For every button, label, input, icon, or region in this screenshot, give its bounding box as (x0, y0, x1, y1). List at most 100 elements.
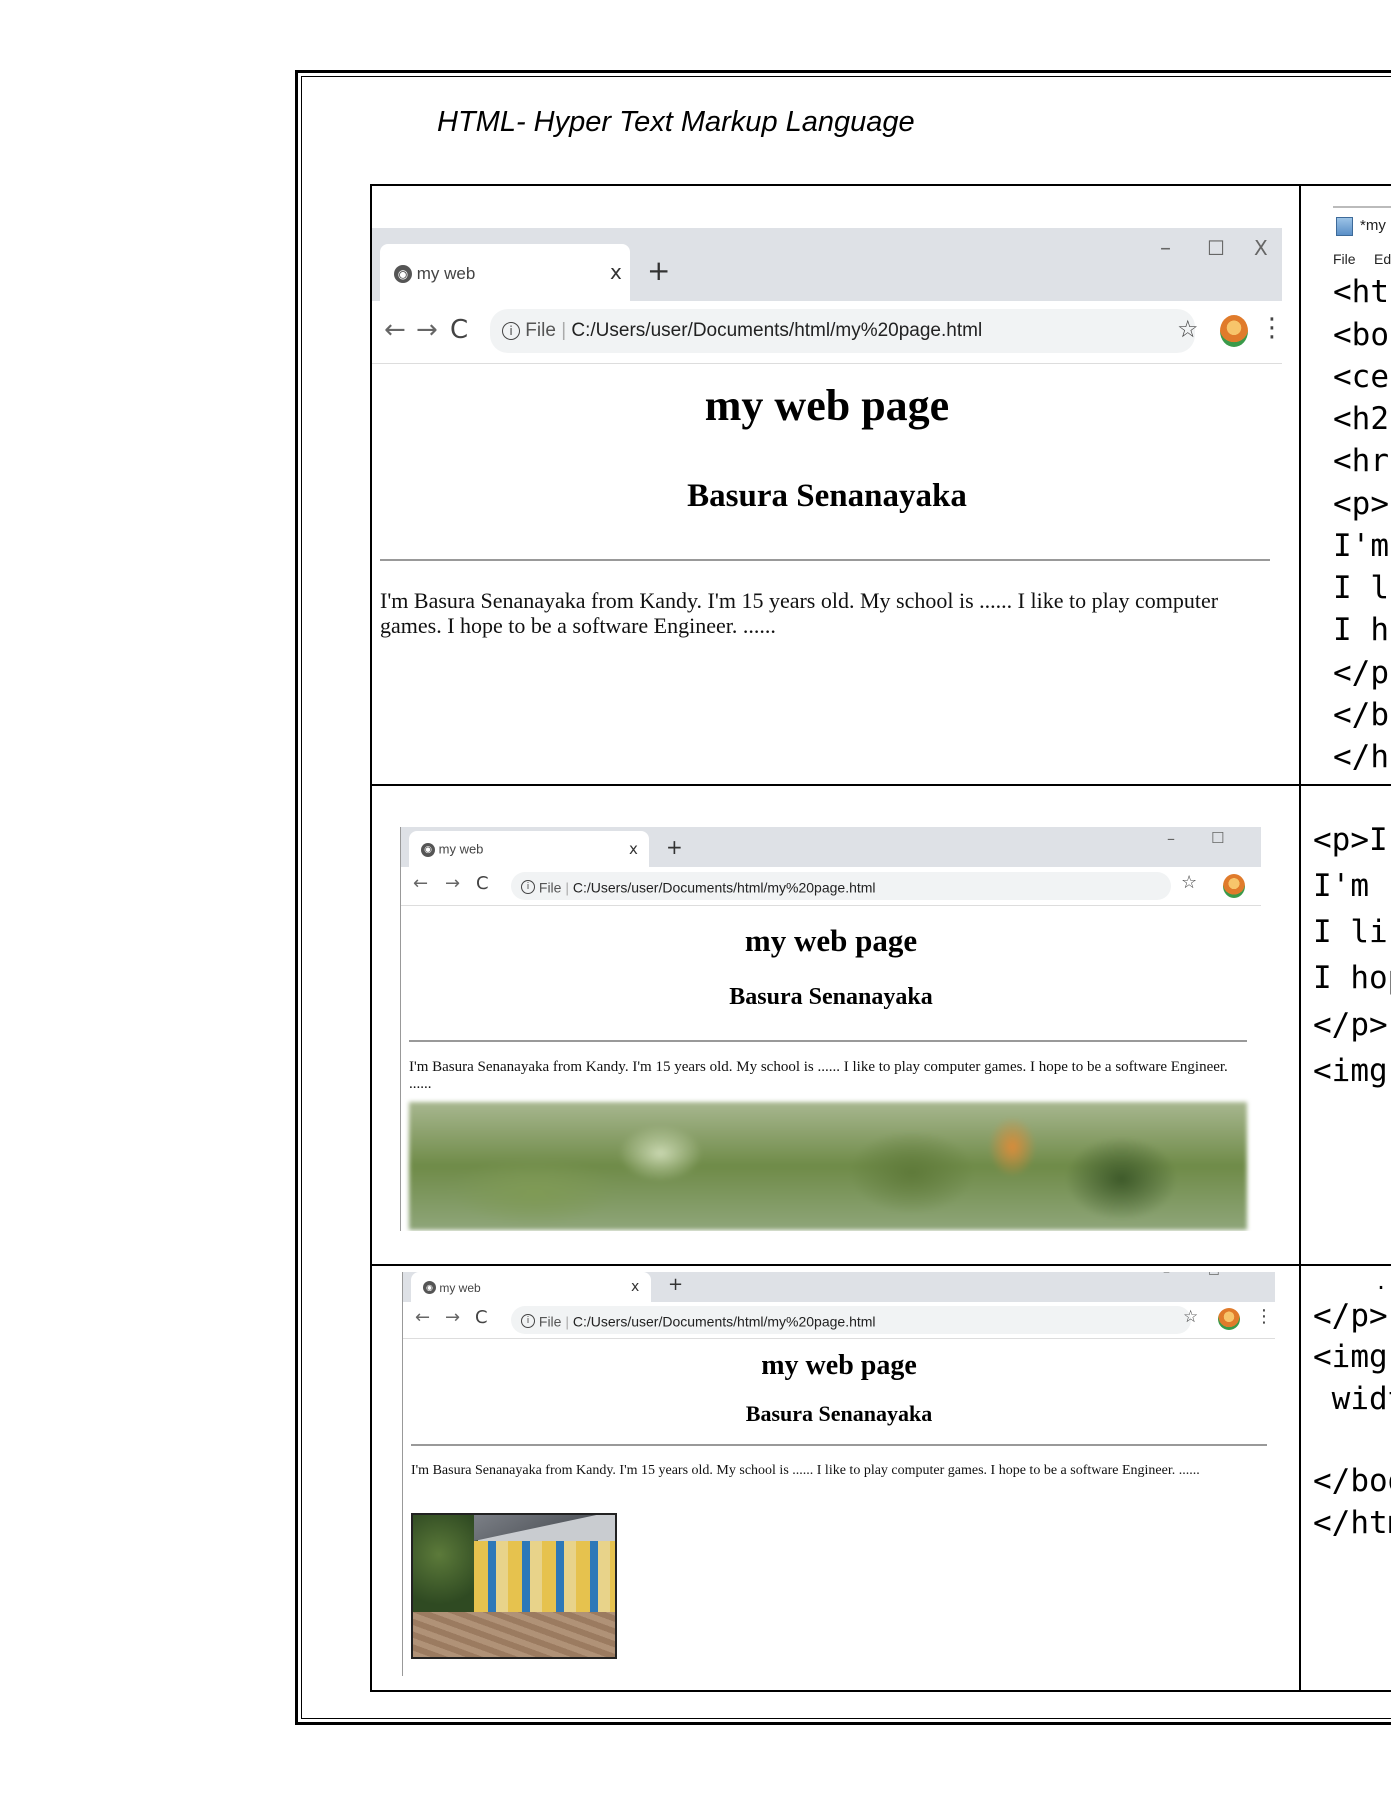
code-line: <p> (1333, 486, 1389, 522)
reload-icon[interactable]: C (476, 873, 489, 894)
tab-label: my web (416, 264, 476, 284)
tab-label: my web (438, 841, 484, 857)
close-icon[interactable]: x (631, 1272, 639, 1302)
code-line: I'm 1 (1313, 868, 1391, 904)
code-line: I h (1333, 612, 1389, 648)
plus-icon[interactable]: + (668, 1274, 683, 1295)
close-icon[interactable]: x (629, 831, 638, 867)
star-icon[interactable]: ☆ (1181, 872, 1197, 893)
reload-icon[interactable]: C (450, 315, 468, 345)
page-heading: my web page (761, 1350, 917, 1381)
browser-screenshot-1: ◉ my web x + – ☐ X ← → C i File | C:/Use… (372, 228, 1282, 666)
minimize-icon[interactable]: – (1160, 236, 1171, 261)
back-arrow-icon[interactable]: ← (384, 315, 406, 345)
forward-arrow-icon[interactable]: → (445, 873, 460, 894)
tab-strip: ◉ my web x + – ☐ X (372, 228, 1282, 301)
menu-edit[interactable]: Ed (1374, 251, 1391, 267)
scheme-label: File (538, 879, 562, 896)
horizontal-rule (409, 1040, 1247, 1042)
code-line: <ht (1333, 274, 1389, 310)
avatar[interactable] (1223, 874, 1245, 898)
code-line: <p>I' (1313, 822, 1391, 858)
scheme-label: File (525, 320, 556, 341)
address-separator: | (561, 320, 567, 341)
page-paragraph: I'm Basura Senanayaka from Kandy. I'm 15… (411, 1463, 1200, 1478)
table-row-divider-1 (370, 784, 1391, 786)
globe-icon: ◉ (394, 264, 412, 283)
address-separator: | (565, 1313, 569, 1330)
plus-icon[interactable]: + (647, 254, 670, 287)
scheme-label: File (538, 1313, 562, 1330)
address-bar[interactable]: i File | C:/Users/user/Documents/html/my… (490, 309, 1195, 353)
code-line: </bod (1313, 1463, 1391, 1499)
page-heading: my web page (744, 923, 918, 958)
forward-arrow-icon[interactable]: → (445, 1307, 460, 1328)
globe-icon: ◉ (421, 842, 435, 857)
address-separator: | (565, 879, 569, 896)
browser-tab[interactable]: ◉ my web x (411, 1272, 651, 1302)
url-text: C:/Users/user/Documents/html/my%20page.h… (571, 320, 983, 341)
info-icon[interactable]: i (521, 880, 535, 895)
page-paragraph: I'm Basura Senanayaka from Kandy. I'm 15… (409, 1059, 1228, 1093)
code-line: </h (1333, 739, 1389, 775)
browser-tab[interactable]: ◉ my web x (409, 831, 649, 867)
code-line: <ce (1333, 359, 1389, 395)
kebab-menu-icon[interactable]: ⋮ (1259, 313, 1282, 343)
address-bar[interactable]: i File | C:/Users/user/Documents/html/my… (511, 1306, 1191, 1334)
school-photo (411, 1513, 617, 1659)
code-line: <img (1313, 1339, 1388, 1375)
back-arrow-icon[interactable]: ← (413, 873, 428, 894)
code-line: <h2 (1333, 401, 1389, 437)
star-icon[interactable]: ☆ (1177, 315, 1199, 343)
back-arrow-icon[interactable]: ← (415, 1307, 430, 1328)
code-line: </htm (1313, 1505, 1391, 1541)
maximize-icon[interactable]: ☐ (1211, 829, 1224, 847)
code-line: . (1375, 1270, 1388, 1294)
browser-toolbar: ← → C i File | C:/Users/user/Documents/h… (401, 867, 1261, 906)
photo-roof (473, 1515, 615, 1541)
menu-file[interactable]: File (1333, 251, 1356, 267)
browser-toolbar: ← → C i File | C:/Users/user/Documents/h… (403, 1302, 1275, 1339)
minimize-icon[interactable]: – (1167, 829, 1175, 848)
tab-strip: ◉ my web x + – ☐ (401, 827, 1261, 867)
tab-label: my web (439, 1280, 481, 1295)
notepad-icon (1336, 217, 1353, 236)
browser-toolbar: ← → C i File | C:/Users/user/Documents/h… (372, 301, 1282, 364)
code-line: <hr (1333, 443, 1389, 479)
info-icon[interactable]: i (521, 1314, 535, 1329)
plus-icon[interactable]: + (666, 835, 683, 859)
code-line: I l (1333, 570, 1389, 606)
minimize-icon[interactable]: – (1163, 1272, 1170, 1280)
code-line: I'm (1333, 528, 1389, 564)
page-subheading: Basura Senanayaka (745, 1401, 933, 1426)
code-line: <bo (1333, 317, 1389, 353)
close-window-icon[interactable]: X (1254, 236, 1268, 260)
horizontal-rule (380, 559, 1270, 561)
kebab-menu-icon[interactable]: ⋮ (1255, 1306, 1273, 1327)
avatar[interactable] (1220, 315, 1248, 347)
table-top-border (370, 184, 1391, 186)
code-line: </p (1333, 655, 1389, 691)
globe-icon: ◉ (423, 1281, 436, 1295)
table-column-divider (1299, 184, 1301, 1691)
star-icon[interactable]: ☆ (1183, 1307, 1198, 1327)
photo-trees (413, 1515, 478, 1615)
info-icon[interactable]: i (502, 322, 520, 340)
tab-strip: ◉ my web x + – ☐ (403, 1272, 1275, 1302)
code-line: </b (1333, 697, 1389, 733)
code-line: <img (1313, 1053, 1388, 1089)
photo-wall (473, 1540, 615, 1612)
reload-icon[interactable]: C (475, 1307, 488, 1328)
page-paragraph: I'm Basura Senanayaka from Kandy. I'm 15… (380, 588, 1219, 639)
close-icon[interactable]: x (610, 244, 622, 301)
forward-arrow-icon[interactable]: → (416, 315, 438, 345)
browser-tab[interactable]: ◉ my web x (380, 244, 630, 301)
url-text: C:/Users/user/Documents/html/my%20page.h… (572, 879, 876, 896)
page-title: HTML- Hyper Text Markup Language (437, 106, 915, 138)
page-subheading: Basura Senanayaka (687, 478, 967, 514)
photo-floor (413, 1611, 615, 1657)
maximize-icon[interactable]: ☐ (1208, 1272, 1220, 1279)
address-bar[interactable]: i File | C:/Users/user/Documents/html/my… (511, 872, 1171, 900)
avatar[interactable] (1218, 1308, 1240, 1330)
maximize-icon[interactable]: ☐ (1207, 236, 1225, 260)
